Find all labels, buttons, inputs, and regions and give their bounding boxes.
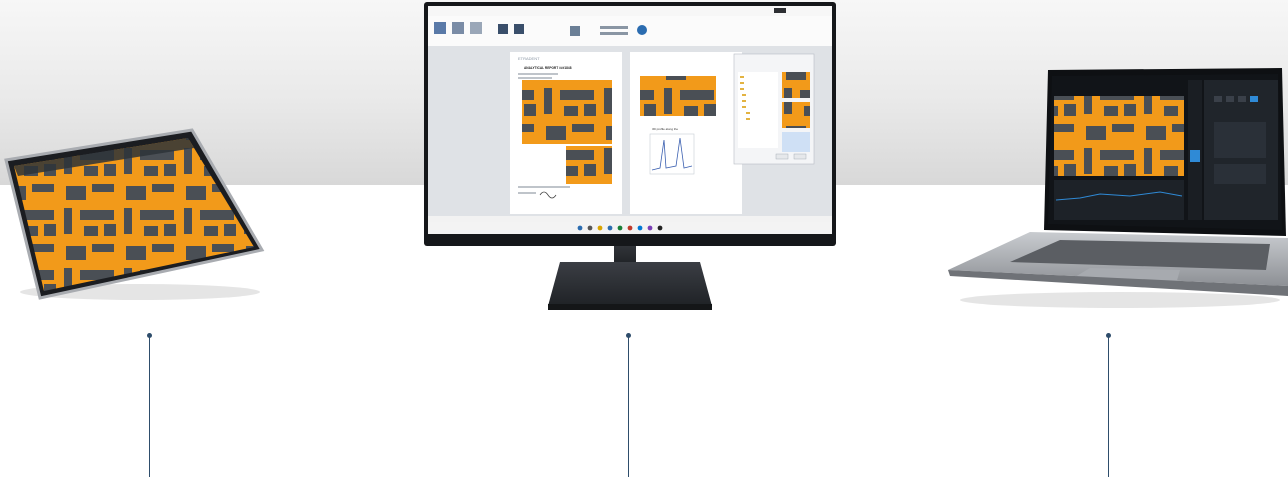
report-profile-chart <box>649 133 695 175</box>
report-chart-caption: 3D profile along the <box>652 127 678 131</box>
tablet-device-image <box>4 128 265 300</box>
report-detail-image <box>566 146 612 184</box>
report-title: ANALYTICAL REPORT ###1848 <box>524 66 572 70</box>
report-microscope-image <box>522 80 612 144</box>
laptop-screen <box>1048 74 1282 230</box>
report-page2-image <box>640 76 716 116</box>
device-showcase: ETRADENT ANALYTICAL REPORT ###1848 3D pr… <box>4 2 1288 310</box>
monitor-screen: ETRADENT ANALYTICAL REPORT ###1848 3D pr… <box>428 6 832 234</box>
laptop-microscope-view <box>1054 96 1184 176</box>
laptop-device-image <box>948 68 1288 308</box>
report-brand-label: ETRADENT <box>518 56 540 61</box>
desktop-monitor-image: ETRADENT ANALYTICAL REPORT ###1848 3D pr… <box>424 2 836 310</box>
monitor-connector-line <box>628 336 629 477</box>
laptop-connector-line <box>1108 336 1109 477</box>
tablet-connector-line <box>149 336 150 477</box>
